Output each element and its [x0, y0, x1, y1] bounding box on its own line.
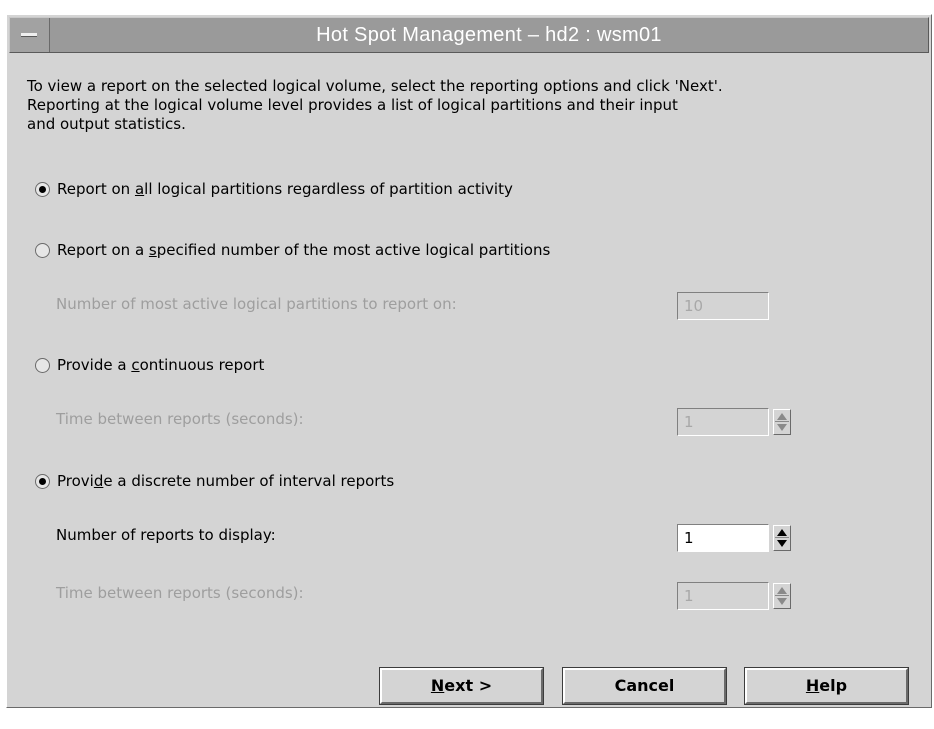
radio-most-active[interactable]: Report on a specified number of the most…: [35, 239, 550, 261]
discrete-count-label: Number of reports to display:: [56, 526, 276, 544]
radio-continuous[interactable]: Provide a continuous report: [35, 354, 264, 376]
spinner-down-icon[interactable]: [777, 540, 787, 547]
window-menu-icon: [21, 33, 37, 37]
window-title: Hot Spot Management – hd2 : wsm01: [316, 24, 662, 46]
radio-continuous-indicator[interactable]: [35, 357, 50, 373]
radio-all-partitions-label: Report on all logical partitions regardl…: [57, 180, 513, 198]
radio-discrete-label: Provide a discrete number of interval re…: [57, 472, 395, 490]
intro-line-2: Reporting at the logical volume level pr…: [27, 96, 678, 114]
spinner-divider: [775, 537, 789, 538]
continuous-interval-spinner[interactable]: [773, 409, 791, 435]
discrete-interval-spinner[interactable]: [773, 583, 791, 609]
intro-text: To view a report on the selected logical…: [27, 77, 723, 134]
spinner-divider: [775, 421, 789, 422]
discrete-interval-input[interactable]: 1: [677, 582, 769, 610]
most-active-count-input[interactable]: 10: [677, 292, 769, 320]
spinner-up-icon[interactable]: [777, 529, 787, 536]
title-bar: Hot Spot Management – hd2 : wsm01: [9, 17, 929, 53]
radio-all-partitions-indicator[interactable]: [35, 181, 50, 197]
radio-most-active-indicator[interactable]: [35, 242, 50, 258]
spinner-up-icon[interactable]: [777, 587, 787, 594]
window-menu-button[interactable]: [10, 18, 50, 52]
radio-continuous-label: Provide a continuous report: [57, 356, 265, 374]
most-active-count-label: Number of most active logical partitions…: [56, 295, 457, 313]
discrete-count-spinner[interactable]: [773, 525, 791, 551]
spinner-down-icon[interactable]: [777, 598, 787, 605]
intro-line-1: To view a report on the selected logical…: [27, 77, 723, 95]
radio-most-active-label: Report on a specified number of the most…: [57, 241, 551, 259]
continuous-interval-input[interactable]: 1: [677, 408, 769, 436]
radio-discrete-indicator[interactable]: [35, 473, 50, 489]
cancel-button[interactable]: Cancel: [562, 667, 727, 705]
continuous-interval-label: Time between reports (seconds):: [56, 410, 304, 428]
radio-all-partitions[interactable]: Report on all logical partitions regardl…: [35, 178, 513, 200]
spinner-divider: [775, 595, 789, 596]
radio-discrete[interactable]: Provide a discrete number of interval re…: [35, 470, 394, 492]
spinner-up-icon[interactable]: [777, 413, 787, 420]
intro-line-3: and output statistics.: [27, 115, 186, 133]
discrete-count-input[interactable]: 1: [677, 524, 769, 552]
help-button[interactable]: Help: [744, 667, 909, 705]
next-button[interactable]: Next >: [379, 667, 544, 705]
discrete-interval-label: Time between reports (seconds):: [56, 584, 304, 602]
spinner-down-icon[interactable]: [777, 424, 787, 431]
